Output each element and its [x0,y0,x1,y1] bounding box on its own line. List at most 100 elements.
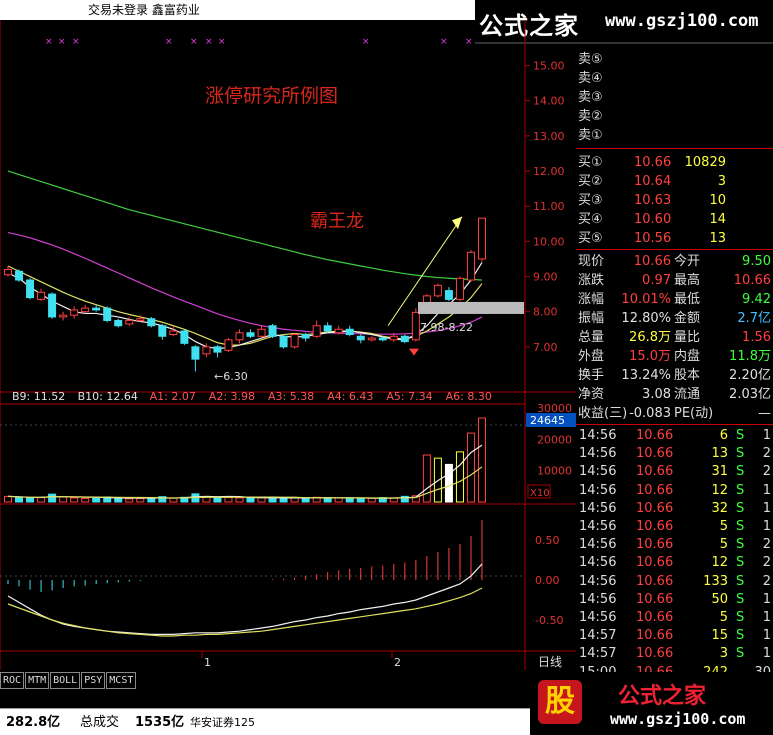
tick-count: 2 [762,573,771,589]
tick-volume: 31 [711,464,728,480]
watermark-badge: 股 [538,680,582,724]
stat-value: 13.24% [621,368,671,383]
watermark-site: www.gszj100.com [605,11,759,31]
candle-body [235,332,244,341]
up-marker [409,348,419,356]
indicator-tab-roc[interactable]: ROC [0,672,25,689]
x-tick-label: 1 [204,656,211,669]
candle-body [389,335,398,341]
buy-level: 买⑤ 10.56 13 [576,229,773,248]
marker: × [58,37,66,47]
stat-label-2: 今开 [674,254,701,269]
tick-price: 10.66 [636,464,674,480]
ma-mid-line [7,231,483,335]
tick-count: 1 [762,519,771,534]
tick-row: 14:56 10.66 5 S 1 [576,608,773,627]
marker: × [218,37,226,47]
buy-level-label: 买⑤ [578,231,603,246]
stat-value-2: 10.66 [733,273,771,288]
status-amount: 282.8亿 [6,715,61,730]
stat-label: 外盘 [578,349,605,364]
stat-value: 0.97 [642,273,671,288]
tick-volume: 13 [711,446,728,462]
candle-body [81,307,90,313]
buy-level-price: 10.63 [634,193,672,208]
volume-bar [279,498,288,503]
tick-volume: 5 [719,537,728,553]
macd-tick-label: 0.50 [535,534,560,547]
volume-bar [59,496,68,503]
indicator-tab-boll[interactable]: BOLL [50,672,81,689]
volume-bar [235,497,244,503]
panel-separator [576,424,773,425]
stat-value-2: 9.50 [742,254,771,269]
volume-bar [92,497,101,503]
candle-body [158,325,167,337]
tick-side: S [736,500,745,516]
stat-row: 总量 26.8万 量比 1.56 [576,328,773,347]
sell-level: 卖① [576,126,773,145]
candle-body [103,307,112,321]
indicator-tab-mcst[interactable]: MCST [106,672,137,689]
stat-row: 换手 13.24% 股本 2.20亿 [576,366,773,385]
stat-label-2: 流通 [674,387,701,402]
tick-price: 10.66 [636,610,674,625]
candle-body [268,325,277,337]
tick-price: 10.66 [636,628,674,644]
candle-body [114,319,123,327]
kline-chart[interactable]: × × × × × × × × × × 15.0014.0013.0012.0011.0010.0… [0,20,576,670]
stat-label: 涨跌 [578,273,605,288]
quote-panel: 卖⑤ 卖④ 卖③ 卖② 卖① 买① 10.66 10829 买② 10.64 3 买③ 10.63 10 买… [576,44,773,680]
tick-row: 14:56 10.66 5 S 2 [576,535,773,554]
tick-row: 14:56 10.66 50 S 1 [576,590,773,609]
trend-arrow-head [452,216,462,230]
tick-count: 2 [762,537,771,553]
scroll-area [0,690,530,708]
stat-label: 总量 [578,330,605,345]
stat-label: 涨幅 [578,292,605,307]
marker: × [190,37,198,47]
candle-body [367,337,376,341]
tick-time: 14:56 [579,500,617,516]
ma-long-path [7,170,483,281]
volume-bar [26,497,35,503]
indicator-tab-psy[interactable]: PSY [81,672,106,689]
tick-volume: 5 [719,519,728,534]
stat-value: 10.01% [621,292,671,307]
ma-legend: B9: 11.52 B10: 12.64 A1: 2.07 A2: 3.98 A3: 5… [12,390,492,403]
indicator-tab-mtm[interactable]: MTM [25,672,50,689]
period-label[interactable]: 日线 [538,655,562,669]
tick-price: 10.66 [636,482,674,498]
stat-label: 现价 [578,254,605,269]
volume-unit: X10 [530,488,550,499]
tick-time: 14:57 [579,646,617,662]
x-axis-labels: 12 [201,651,401,669]
tick-volume: 15 [711,628,728,644]
stat-row: 涨幅 10.01% 最低 9.42 [576,290,773,309]
stat-row: 涨跌 0.97 最高 10.66 [576,271,773,290]
volume-ma-short [7,444,483,499]
candle-body [378,337,387,341]
candle-body [48,293,57,318]
volume-bar [125,498,134,503]
candle-body [147,318,156,327]
ma-legend-item: A3: 5.38 [268,390,314,403]
marker: × [165,37,173,47]
volume-tick-label: 10000 [537,465,572,478]
tick-price: 10.66 [636,537,674,553]
candle-body [334,328,343,334]
buy-level-label: 买④ [578,212,603,227]
candle-body [70,309,79,316]
panel-separator [576,249,773,250]
tick-row: 14:56 10.66 5 S 1 [576,517,773,536]
tick-volume: 50 [711,591,728,607]
ma-fast-path [7,262,483,350]
tick-side: S [736,646,745,662]
price-axis: 15.00 14.00 13.00 12.00 11.00 10.00 9.00 8.00 7.… [525,60,565,354]
tick-side: S [736,537,745,553]
stat-value: -0.083 [629,406,671,421]
price-tick-label: 15.00 [533,60,565,73]
stat-label-2: 内盘 [674,349,701,364]
tick-count: 2 [762,555,771,571]
volume-bars [4,417,486,503]
